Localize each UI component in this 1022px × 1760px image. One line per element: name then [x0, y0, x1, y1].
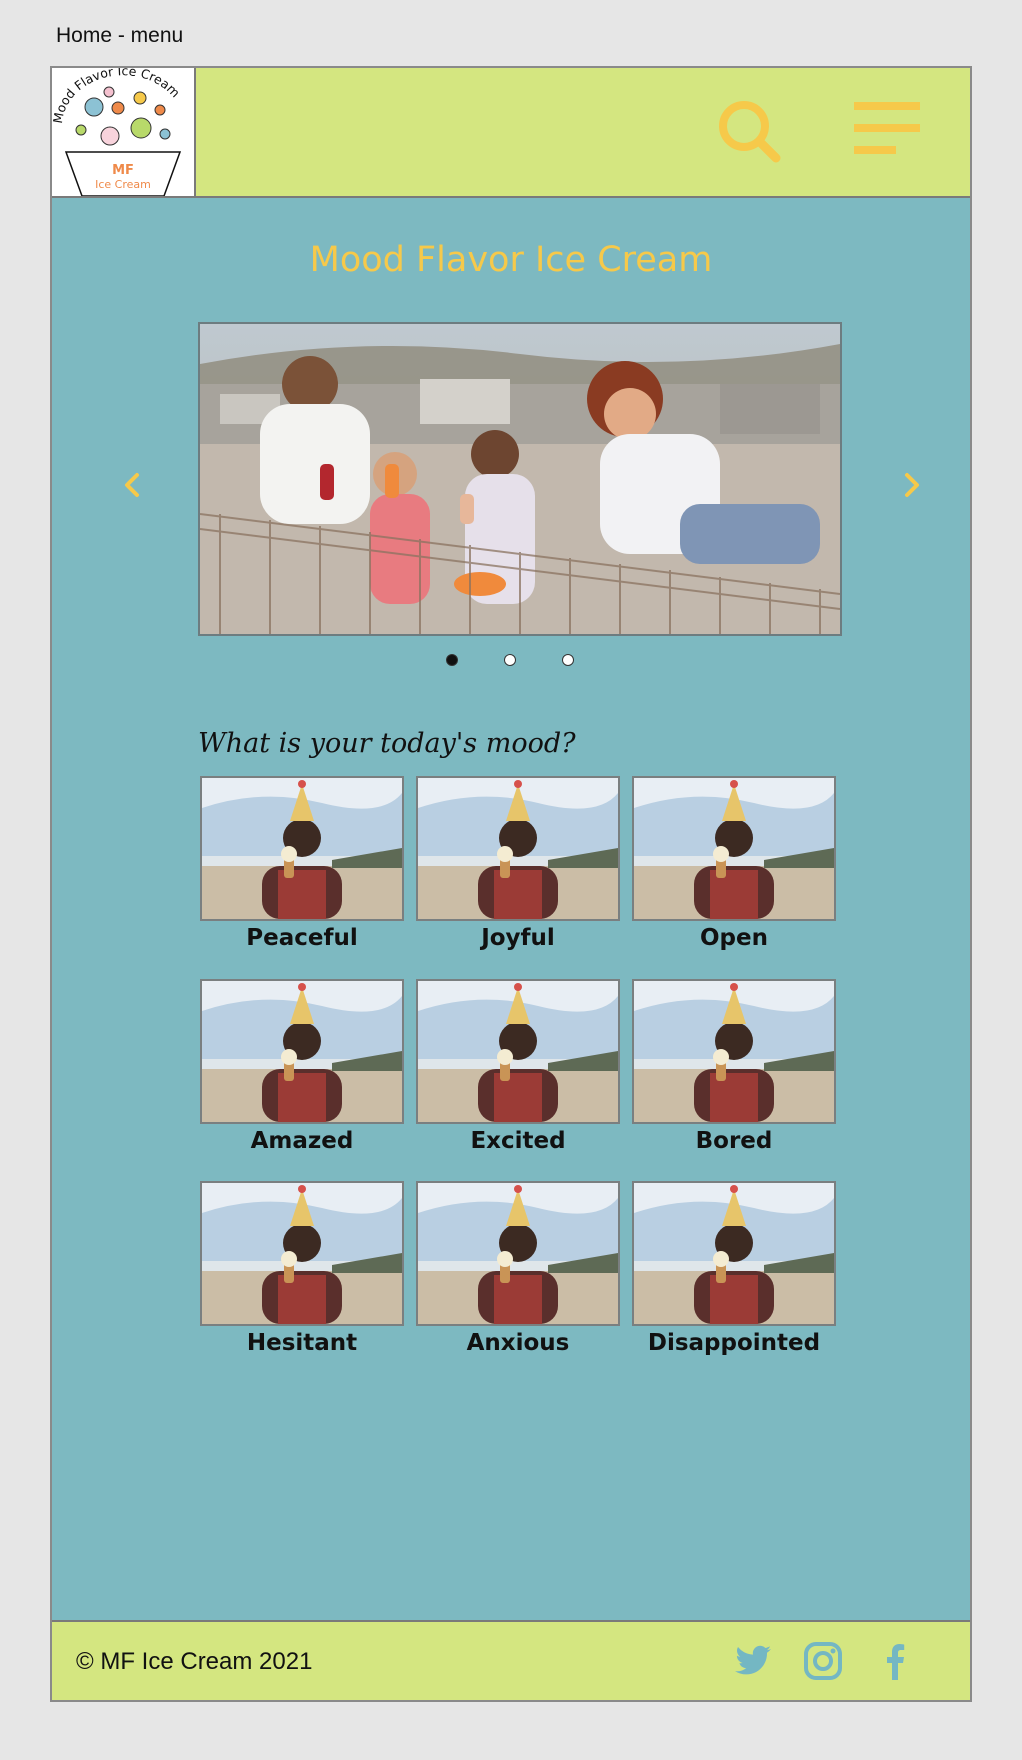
carousel-dot-1[interactable] [446, 654, 458, 666]
hamburger-menu-icon [854, 102, 920, 154]
mood-label: Peaceful [246, 925, 358, 951]
facebook-icon [887, 1644, 905, 1680]
mood-thumbnail [632, 1181, 836, 1326]
mood-label: Hesitant [246, 1330, 358, 1356]
chevron-right-icon [905, 473, 919, 497]
svg-text:Mood Flavor Ice Cream: Mood Flavor Ice Cream [52, 68, 183, 125]
mood-card-joyful[interactable]: Joyful [416, 776, 620, 951]
logo-ring-text: Mood Flavor Ice Cream [52, 68, 183, 125]
menu-button[interactable] [852, 100, 922, 166]
twitter-link[interactable] [732, 1640, 774, 1682]
header: Mood Flavor Ice Cream MF Ice Cream [52, 68, 970, 198]
mood-label: Disappointed [647, 1330, 821, 1356]
footer: © MF Ice Cream 2021 [52, 1620, 970, 1700]
mood-label: Open [700, 925, 768, 951]
mood-heading: What is your today's mood? [198, 728, 576, 759]
mood-card-bored[interactable]: Bored [632, 979, 836, 1154]
carousel-dot-3[interactable] [562, 654, 574, 666]
mood-thumbnail [632, 776, 836, 921]
page-title: Mood Flavor Ice Cream [309, 240, 713, 280]
mood-card-peaceful[interactable]: Peaceful [200, 776, 404, 951]
carousel-dot-2[interactable] [504, 654, 516, 666]
chevron-left-icon [125, 473, 139, 497]
carousel-prev-button[interactable] [120, 466, 144, 504]
facebook-link[interactable] [874, 1640, 916, 1682]
logo-subtitle: Ice Cream [95, 178, 151, 191]
instagram-link[interactable] [802, 1640, 844, 1682]
mood-thumbnail [200, 979, 404, 1124]
logo-graphic: Mood Flavor Ice Cream MF Ice Cream [52, 68, 183, 196]
mood-card-excited[interactable]: Excited [416, 979, 620, 1154]
instagram-icon [804, 1642, 842, 1680]
mood-label: Amazed [250, 1128, 354, 1154]
mood-label: Excited [470, 1128, 566, 1154]
brand-logo[interactable]: Mood Flavor Ice Cream MF Ice Cream [52, 68, 196, 196]
logo-initials: MF [112, 163, 134, 178]
search-button[interactable] [714, 96, 790, 172]
family-eating-popsicles-photo [200, 324, 840, 634]
mood-thumbnail [200, 776, 404, 921]
mood-thumbnail [416, 776, 620, 921]
mood-card-open[interactable]: Open [632, 776, 836, 951]
copyright-text: © MF Ice Cream 2021 [76, 1648, 313, 1675]
mood-thumbnail [200, 1181, 404, 1326]
carousel-slide-image[interactable] [198, 322, 842, 636]
mood-card-anxious[interactable]: Anxious [416, 1181, 620, 1356]
frame-label: Home - menu [56, 24, 184, 47]
mood-label: Anxious [466, 1330, 570, 1356]
page-frame: Mood Flavor Ice Cream MF Ice Cream [50, 66, 972, 1702]
mood-thumbnail [416, 1181, 620, 1326]
carousel-indicators [52, 654, 970, 670]
search-icon [719, 101, 781, 163]
mood-thumbnail [416, 979, 620, 1124]
twitter-icon [735, 1645, 771, 1675]
mood-thumbnail [632, 979, 836, 1124]
mood-label: Bored [695, 1128, 773, 1154]
mood-card-amazed[interactable]: Amazed [200, 979, 404, 1154]
mood-label: Joyful [481, 925, 555, 951]
carousel-next-button[interactable] [900, 466, 924, 504]
mood-card-disappointed[interactable]: Disappointed [632, 1181, 836, 1356]
mood-card-hesitant[interactable]: Hesitant [200, 1181, 404, 1356]
